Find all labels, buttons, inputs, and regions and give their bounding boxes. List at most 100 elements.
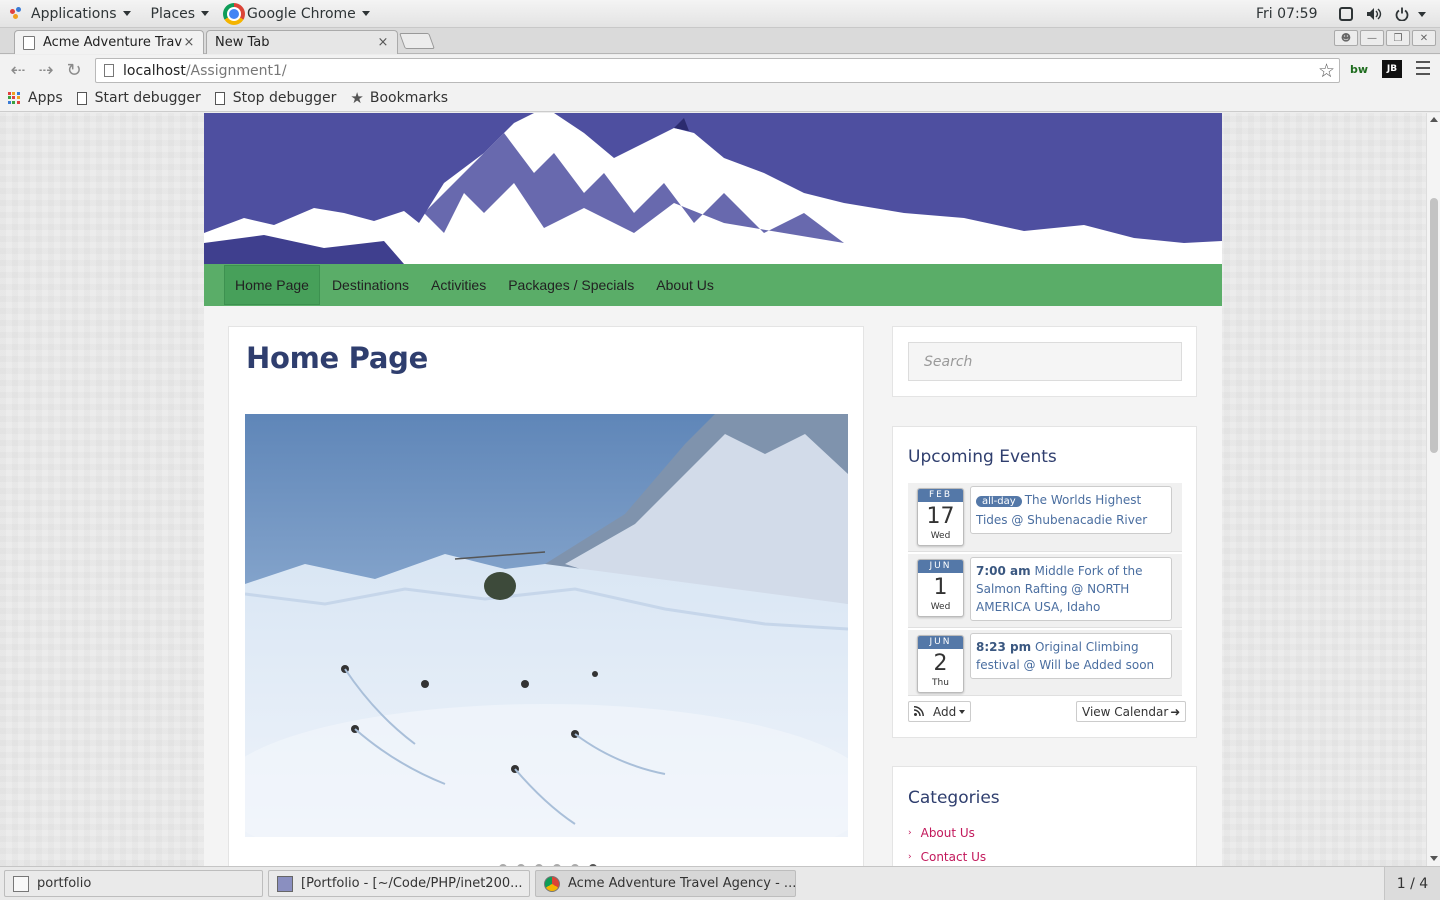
bw-extension-icon[interactable]: bw — [1349, 60, 1369, 78]
star-icon: ★ — [350, 89, 364, 107]
category-label: Contact Us — [920, 850, 987, 864]
browser-tab-strip: Acme Adventure Trav × New Tab × ☻ — ❐ ✕ — [0, 28, 1440, 54]
event-link[interactable]: 8:23 pm Original Climbing festival @ Wil… — [970, 633, 1172, 679]
nav-home-page[interactable]: Home Page — [224, 265, 320, 305]
rss-icon — [913, 705, 924, 719]
bookmark-stop-debugger[interactable]: Stop debugger — [214, 90, 337, 106]
page-icon — [23, 35, 35, 50]
applications-menu[interactable]: Applications — [0, 0, 141, 28]
bookmark-star-icon[interactable]: ☆ — [1318, 60, 1335, 82]
applications-label: Applications — [31, 5, 117, 22]
scroll-down-icon[interactable] — [1430, 856, 1438, 861]
places-menu[interactable]: Places — [141, 0, 220, 28]
menu-icon[interactable] — [1416, 61, 1430, 79]
address-bar[interactable]: localhost/Assignment1/ ☆ — [95, 58, 1340, 83]
status-menu[interactable] — [1338, 0, 1426, 28]
hero-slideshow-image[interactable] — [245, 414, 848, 837]
date-month: FEB — [918, 489, 963, 502]
new-tab-button[interactable] — [399, 33, 435, 49]
search-input[interactable] — [908, 342, 1182, 381]
chrome-icon — [223, 2, 246, 25]
date-day: 1 — [933, 575, 948, 600]
tab-new-tab[interactable]: New Tab × — [206, 30, 398, 54]
task-label: [Portfolio - [~/Code/PHP/inet200... — [301, 876, 523, 891]
bullet-icon: › — [908, 828, 912, 838]
date-badge: JUN 1 Wed — [917, 559, 964, 617]
event-time: 7:00 am — [976, 564, 1031, 578]
task-label: portfolio — [37, 876, 92, 891]
bullet-icon: › — [908, 852, 912, 862]
date-weekday: Wed — [930, 531, 951, 541]
site-container: Home Page Destinations Activities Packag… — [204, 113, 1222, 866]
terminal-icon — [13, 875, 29, 892]
chevron-down-icon — [1418, 11, 1426, 17]
arrow-right-icon: ➜ — [1170, 704, 1181, 719]
page-icon — [104, 64, 114, 77]
active-app-label: Google Chrome — [247, 5, 356, 22]
nav-packages-specials[interactable]: Packages / Specials — [498, 265, 644, 305]
category-label: About Us — [920, 826, 975, 840]
jb-extension-icon[interactable]: JB — [1382, 60, 1402, 78]
task-portfolio[interactable]: portfolio — [4, 870, 263, 897]
close-window-button[interactable]: ✕ — [1412, 30, 1436, 46]
event-row: FEB 17 Wed all-day The Worlds Highest Tid… — [908, 483, 1182, 552]
browser-toolbar: ⇠ ⇢ ↻ localhost/Assignment1/ ☆ bw JB — [0, 55, 1440, 85]
categories-widget: Categories › About Us › Contact Us — [892, 766, 1197, 866]
workspace-indicator[interactable]: 1 / 4 — [1384, 867, 1440, 900]
reload-button[interactable]: ↻ — [62, 58, 86, 82]
event-link[interactable]: 7:00 am Middle Fork of the Salmon Raftin… — [970, 557, 1172, 621]
bookmark-folder-bookmarks[interactable]: ★ Bookmarks — [350, 89, 448, 107]
power-icon — [1394, 6, 1410, 22]
date-weekday: Thu — [932, 678, 949, 688]
clock[interactable]: Fri 07:59 — [1256, 0, 1317, 28]
event-link[interactable]: all-day The Worlds Highest Tides @ Shuben… — [970, 486, 1172, 534]
view-calendar-button[interactable]: View Calendar ➜ — [1076, 701, 1187, 722]
close-icon[interactable]: × — [377, 35, 389, 50]
url-path: /Assignment1/ — [185, 62, 287, 79]
page-viewport[interactable]: Home Page Destinations Activities Packag… — [0, 113, 1426, 866]
bookmark-label: Start debugger — [94, 90, 201, 106]
bookmarks-bar: Apps Start debugger Stop debugger ★ Book… — [0, 85, 1440, 112]
apps-grid-icon — [8, 92, 20, 104]
task-label: Acme Adventure Travel Agency - ... — [568, 876, 796, 891]
bookmark-start-debugger[interactable]: Start debugger — [76, 90, 201, 106]
caret-down-icon — [959, 709, 966, 714]
forward-button[interactable]: ⇢ — [34, 58, 58, 82]
nav-about-us[interactable]: About Us — [646, 265, 724, 305]
events-title: Upcoming Events — [908, 447, 1057, 467]
bookmark-label: Stop debugger — [232, 90, 337, 106]
add-button[interactable]: Add — [908, 701, 972, 722]
event-row: JUN 2 Thu 8:23 pm Original Climbing fest… — [908, 630, 1182, 696]
close-icon[interactable]: × — [183, 35, 195, 50]
profile-icon[interactable]: ☻ — [1334, 30, 1358, 46]
task-chrome[interactable]: Acme Adventure Travel Agency - ... — [535, 870, 796, 897]
minimize-button[interactable]: — — [1360, 30, 1384, 46]
system-top-bar: Applications Places Google Chrome Fri 07… — [0, 0, 1440, 28]
restore-button[interactable]: ❐ — [1386, 30, 1410, 46]
task-phpstorm[interactable]: [Portfolio - [~/Code/PHP/inet200... — [268, 870, 530, 897]
scroll-up-icon[interactable] — [1430, 117, 1438, 122]
url-host: localhost — [123, 62, 186, 79]
header-banner-image — [204, 113, 1222, 264]
tab-title: Acme Adventure Trav — [43, 35, 183, 50]
date-month: JUN — [918, 560, 963, 573]
page-title: Home Page — [246, 341, 428, 375]
event-row: JUN 1 Wed 7:00 am Middle Fork of the Sal… — [908, 554, 1182, 628]
nav-activities[interactable]: Activities — [421, 265, 496, 305]
chrome-icon — [544, 875, 560, 892]
categories-title: Categories — [908, 788, 1000, 808]
nav-destinations[interactable]: Destinations — [322, 265, 419, 305]
back-button[interactable]: ⇠ — [6, 58, 30, 82]
volume-icon — [1366, 6, 1382, 22]
tab-acme[interactable]: Acme Adventure Trav × — [14, 30, 204, 54]
main-navigation: Home Page Destinations Activities Packag… — [204, 264, 1222, 306]
category-link-contact-us[interactable]: › Contact Us — [908, 850, 986, 864]
scrollbar-thumb[interactable] — [1430, 198, 1438, 453]
active-app-menu[interactable]: Google Chrome — [219, 0, 380, 28]
date-badge: JUN 2 Thu — [917, 635, 964, 693]
category-link-about-us[interactable]: › About Us — [908, 826, 975, 840]
bookmark-apps[interactable]: Apps — [8, 90, 63, 106]
tab-title: New Tab — [215, 35, 270, 50]
vertical-scrollbar[interactable] — [1426, 113, 1440, 866]
window-icon — [1338, 6, 1354, 22]
